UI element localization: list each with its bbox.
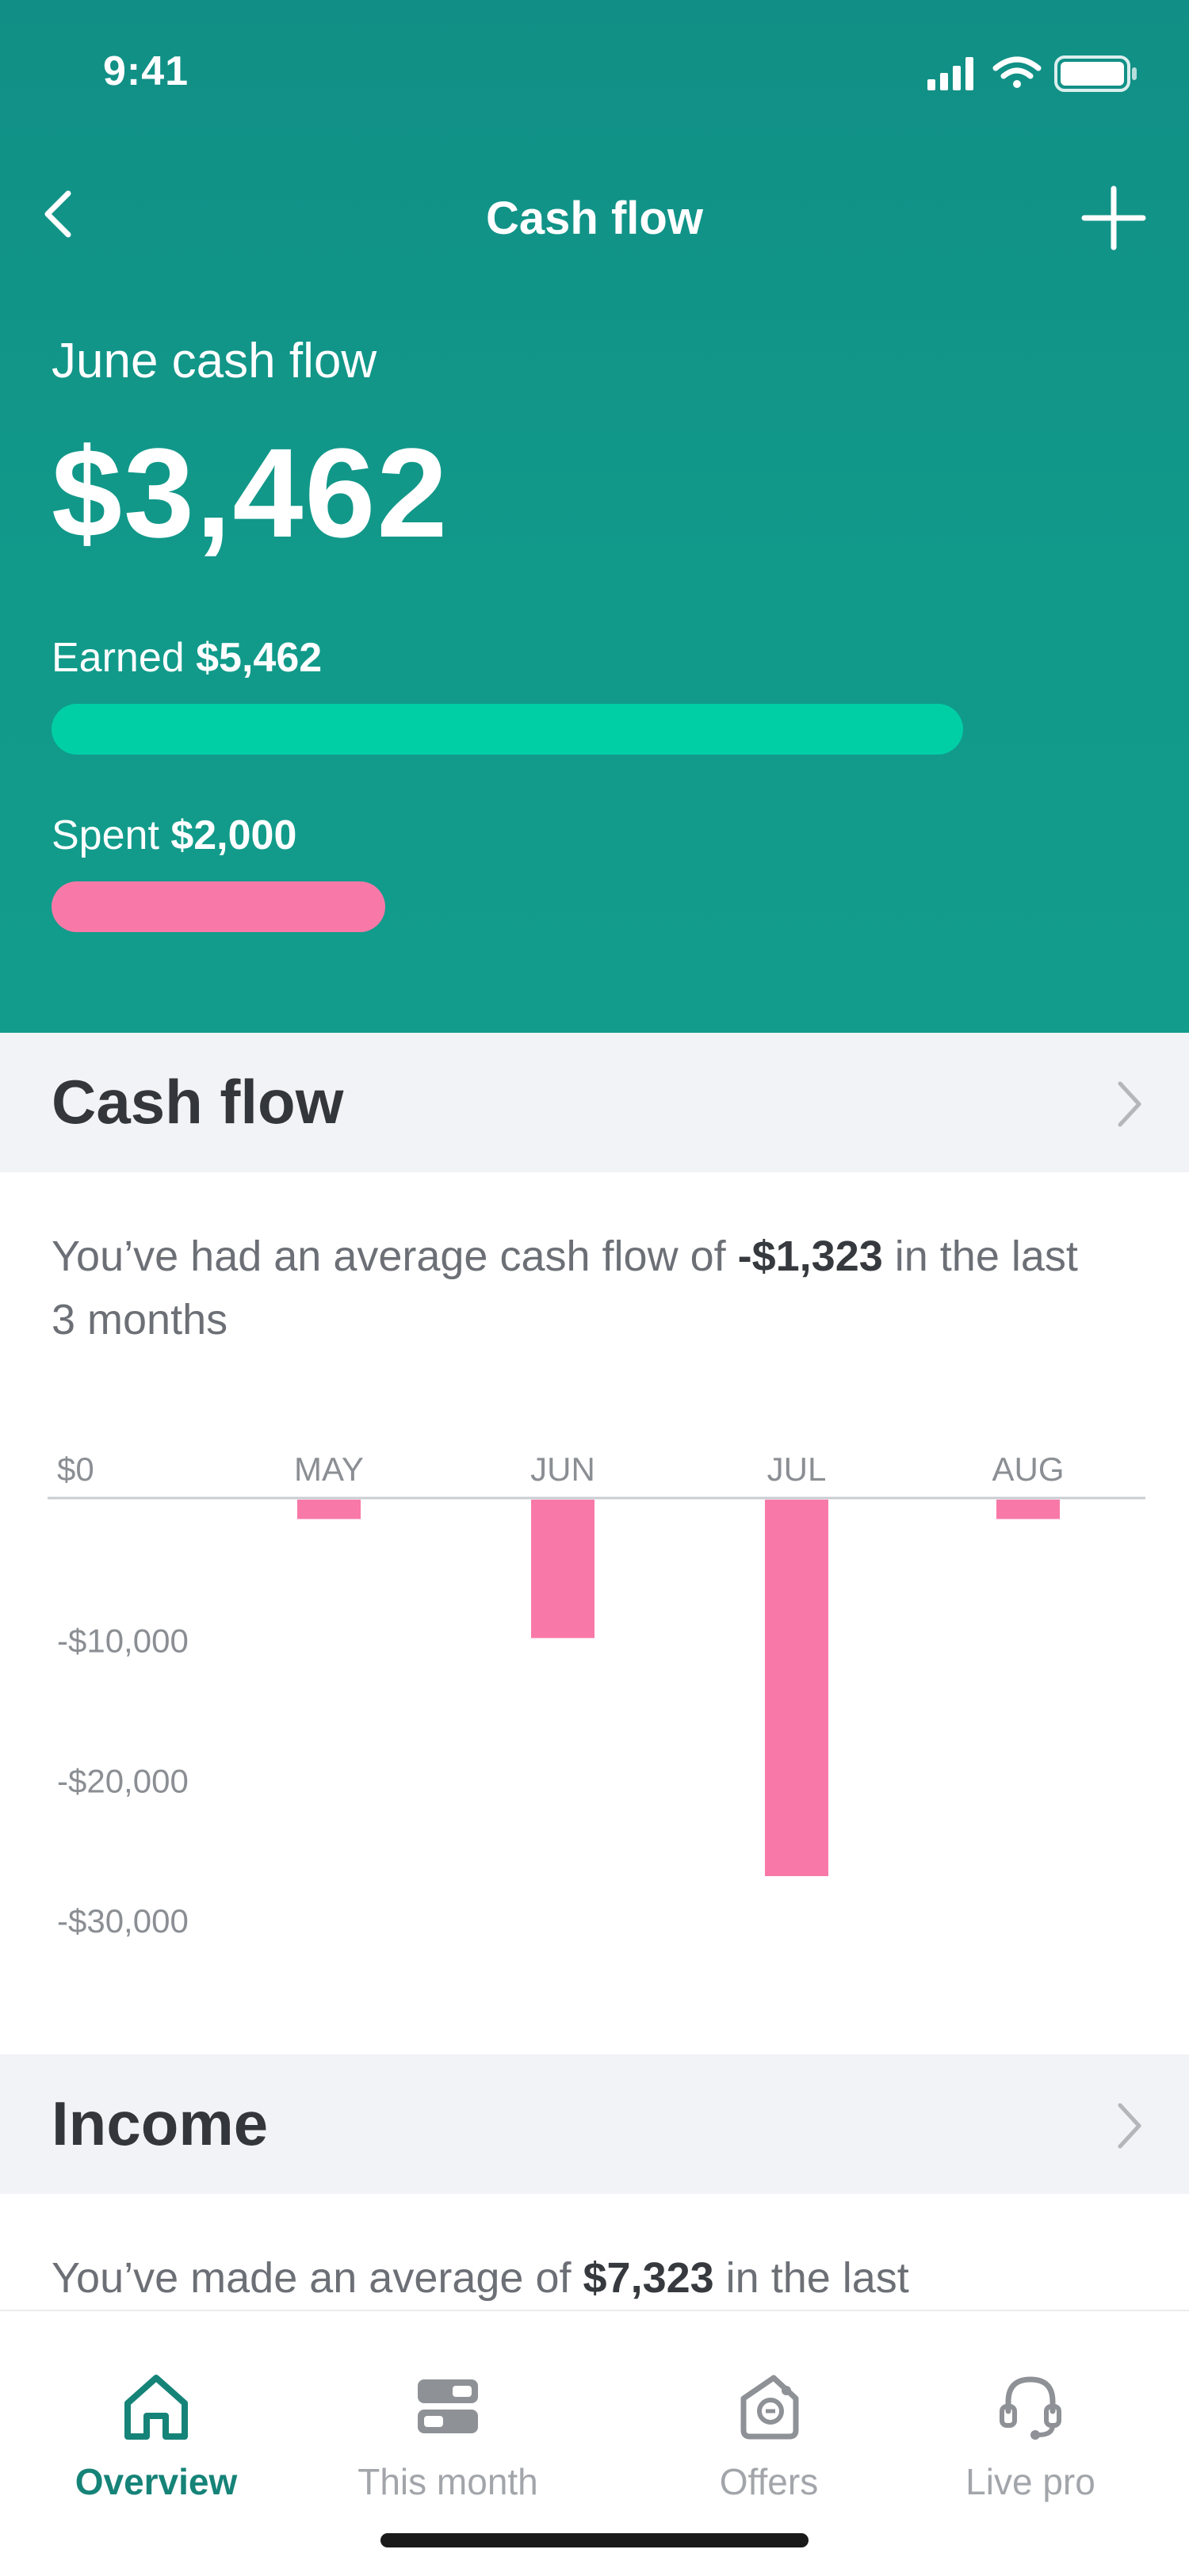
status-icons bbox=[927, 55, 1137, 92]
plus-icon[interactable] bbox=[1078, 182, 1149, 254]
spent-label: Spent bbox=[52, 812, 159, 858]
page-title: Cash flow bbox=[486, 193, 703, 244]
calendar-blocks-icon bbox=[418, 2379, 478, 2433]
desc-value: -$1,323 bbox=[737, 1233, 883, 1280]
summary-amount: $3,462 bbox=[52, 422, 449, 564]
cash-flow-header: 9:41 Cash flow June cash flow $3,462 Ear… bbox=[0, 0, 1189, 1033]
chart-bar-jun bbox=[531, 1500, 594, 1638]
y-tick-label: -$30,000 bbox=[57, 1902, 189, 1940]
tab-live-pro[interactable]: Live pro bbox=[904, 2311, 1157, 2503]
chart-bar-may bbox=[297, 1500, 361, 1519]
earned-row: Earned $5,462 bbox=[52, 634, 322, 682]
chevron-right-icon bbox=[1118, 2103, 1141, 2149]
earned-label: Earned bbox=[52, 635, 185, 681]
home-icon bbox=[124, 2375, 188, 2440]
desc-prefix: You’ve had an average cash flow of bbox=[52, 1233, 738, 1280]
desc-prefix: You’ve made an average of bbox=[52, 2254, 583, 2302]
section-title: Cash flow bbox=[52, 1067, 344, 1137]
wifi-icon bbox=[992, 56, 1042, 88]
summary-label: June cash flow bbox=[52, 334, 377, 388]
earned-bar bbox=[52, 704, 963, 755]
chevron-right-icon bbox=[1118, 1081, 1141, 1127]
x-tick-label: JUL bbox=[767, 1450, 827, 1488]
tab-label: Overview bbox=[75, 2461, 238, 2502]
spent-row: Spent $2,000 bbox=[52, 812, 296, 859]
x-tick-label: AUG bbox=[992, 1450, 1064, 1488]
earned-value: $5,462 bbox=[196, 635, 323, 681]
tab-label: This month bbox=[357, 2461, 538, 2502]
tab-offers[interactable]: Offers bbox=[642, 2311, 896, 2503]
spent-value: $2,000 bbox=[170, 812, 297, 858]
y-tick-label: -$20,000 bbox=[57, 1762, 189, 1799]
income-section-header[interactable]: Income bbox=[0, 2054, 1189, 2194]
chart-bar-jul bbox=[765, 1500, 828, 1876]
signal-icon bbox=[927, 57, 973, 90]
x-tick-label: MAY bbox=[294, 1450, 364, 1488]
spent-bar bbox=[52, 881, 385, 932]
income-description: You’ve made an average of $7,323 in the … bbox=[52, 2246, 1082, 2310]
home-indicator bbox=[380, 2533, 809, 2547]
cash-flow-section-header[interactable]: Cash flow bbox=[0, 1033, 1189, 1172]
chart-bar-aug bbox=[996, 1500, 1060, 1519]
cash-flow-chart: $0 -$10,000 -$20,000 -$30,000 MAY JUN JUL AUG bbox=[48, 1450, 1145, 1940]
desc-value: $7,323 bbox=[583, 2254, 714, 2302]
headset-icon bbox=[1000, 2376, 1061, 2440]
tab-label: Live pro bbox=[965, 2461, 1095, 2502]
battery-icon bbox=[1054, 55, 1137, 92]
section-title: Income bbox=[52, 2089, 269, 2158]
tab-label: Offers bbox=[719, 2461, 819, 2502]
tab-overview[interactable]: Overview bbox=[29, 2311, 283, 2503]
y-tick-label: $0 bbox=[57, 1450, 94, 1488]
offers-icon bbox=[740, 2375, 799, 2440]
desc-suffix: in the last bbox=[713, 2254, 909, 2302]
tab-this-month[interactable]: This month bbox=[321, 2311, 575, 2503]
status-time: 9:41 bbox=[103, 48, 189, 94]
x-tick-label: JUN bbox=[530, 1450, 595, 1488]
y-tick-label: -$10,000 bbox=[57, 1622, 189, 1660]
cash-flow-description: You’ve had an average cash flow of -$1,3… bbox=[52, 1225, 1082, 1351]
